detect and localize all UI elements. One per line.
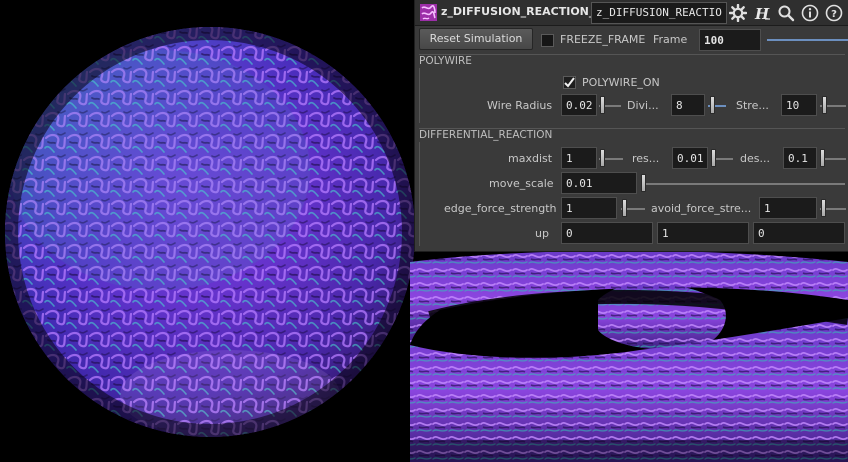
info-icon[interactable]: [801, 4, 819, 22]
edge-force-strength-label: edge_force_strength: [444, 202, 557, 215]
avoid-force-strength-slider-handle[interactable]: [821, 199, 826, 217]
polywire-section-title: POLYWIRE: [419, 55, 472, 67]
stretch-slider-handle[interactable]: [822, 96, 827, 114]
polywire-on-label: POLYWIRE_ON: [582, 76, 660, 89]
gear-icon[interactable]: [729, 4, 747, 22]
node-type-icon: [420, 4, 437, 21]
edge-force-strength-slider-handle[interactable]: [622, 199, 627, 217]
panel-header: z_DIFFUSION_REACTION_... z_DIFFUSION_REA…: [415, 0, 848, 26]
search-icon[interactable]: [777, 4, 795, 22]
move-scale-slider[interactable]: [641, 183, 845, 185]
res-slider-handle[interactable]: [711, 149, 716, 167]
res-field[interactable]: 0.01: [672, 147, 708, 169]
checkmark-icon: [564, 77, 575, 88]
node-name-label: z_DIFFUSION_REACTION_...: [441, 5, 607, 18]
force-strength-row: edge_force_strength 1 avoid_force_stre..…: [415, 197, 848, 221]
frame-label: Frame: [653, 33, 688, 46]
frame-field[interactable]: 100: [699, 29, 761, 51]
differential-section-title: DIFFERENTIAL_REACTION: [419, 129, 553, 141]
up-x-field[interactable]: 0: [561, 222, 653, 244]
maxdist-field[interactable]: 1: [561, 147, 597, 169]
res-label: res...: [632, 152, 660, 165]
coral-torus: [410, 250, 848, 462]
up-label: up: [535, 227, 549, 240]
divisions-field[interactable]: 8: [671, 94, 705, 116]
up-z-field[interactable]: 0: [753, 222, 845, 244]
maxdist-label: maxdist: [508, 152, 553, 165]
up-vector-row: up 0 1 0: [415, 222, 848, 246]
avoid-force-strength-label: avoid_force_stre...: [651, 202, 752, 215]
frame-slider[interactable]: [767, 39, 848, 41]
help-icon[interactable]: ?: [825, 4, 843, 22]
svg-text:?: ?: [831, 9, 837, 20]
des-field[interactable]: 0.1: [783, 147, 817, 169]
maxdist-row: maxdist 1 res... 0.01 des... 0.1: [415, 147, 848, 171]
up-y-field[interactable]: 1: [657, 222, 749, 244]
stretch-field[interactable]: 10: [781, 94, 817, 116]
freeze-frame-checkbox[interactable]: [541, 34, 554, 47]
des-slider-handle[interactable]: [820, 149, 825, 167]
wire-radius-label: Wire Radius: [487, 99, 553, 112]
divisions-slider-handle[interactable]: [710, 96, 715, 114]
reset-simulation-button[interactable]: Reset Simulation: [419, 28, 533, 50]
wire-radius-row: Wire Radius 0.02 Divi... 8 Stre... 10: [415, 94, 848, 118]
freeze-frame-label: FREEZE_FRAME: [560, 33, 646, 46]
wire-radius-field[interactable]: 0.02: [561, 94, 597, 116]
divisions-label: Divi...: [627, 99, 659, 112]
polywire-on-checkbox[interactable]: [563, 76, 576, 89]
stretch-label: Stre...: [736, 99, 769, 112]
parameter-panel: z_DIFFUSION_REACTION_... z_DIFFUSION_REA…: [414, 0, 848, 252]
move-scale-field[interactable]: 0.01: [561, 172, 637, 194]
edge-force-strength-field[interactable]: 1: [561, 197, 617, 219]
avoid-force-strength-field[interactable]: 1: [759, 197, 817, 219]
node-path-field[interactable]: z_DIFFUSION_REACTIO: [591, 2, 727, 24]
houdini-help-icon[interactable]: H: [753, 4, 771, 22]
wire-radius-slider-handle[interactable]: [600, 96, 605, 114]
move-scale-slider-handle[interactable]: [641, 174, 646, 192]
simulation-toolbar: Reset Simulation FREEZE_FRAME Frame 100: [415, 28, 848, 52]
move-scale-row: move_scale 0.01: [415, 172, 848, 196]
move-scale-label: move_scale: [489, 177, 554, 190]
des-label: des...: [740, 152, 770, 165]
maxdist-slider-handle[interactable]: [600, 149, 605, 167]
